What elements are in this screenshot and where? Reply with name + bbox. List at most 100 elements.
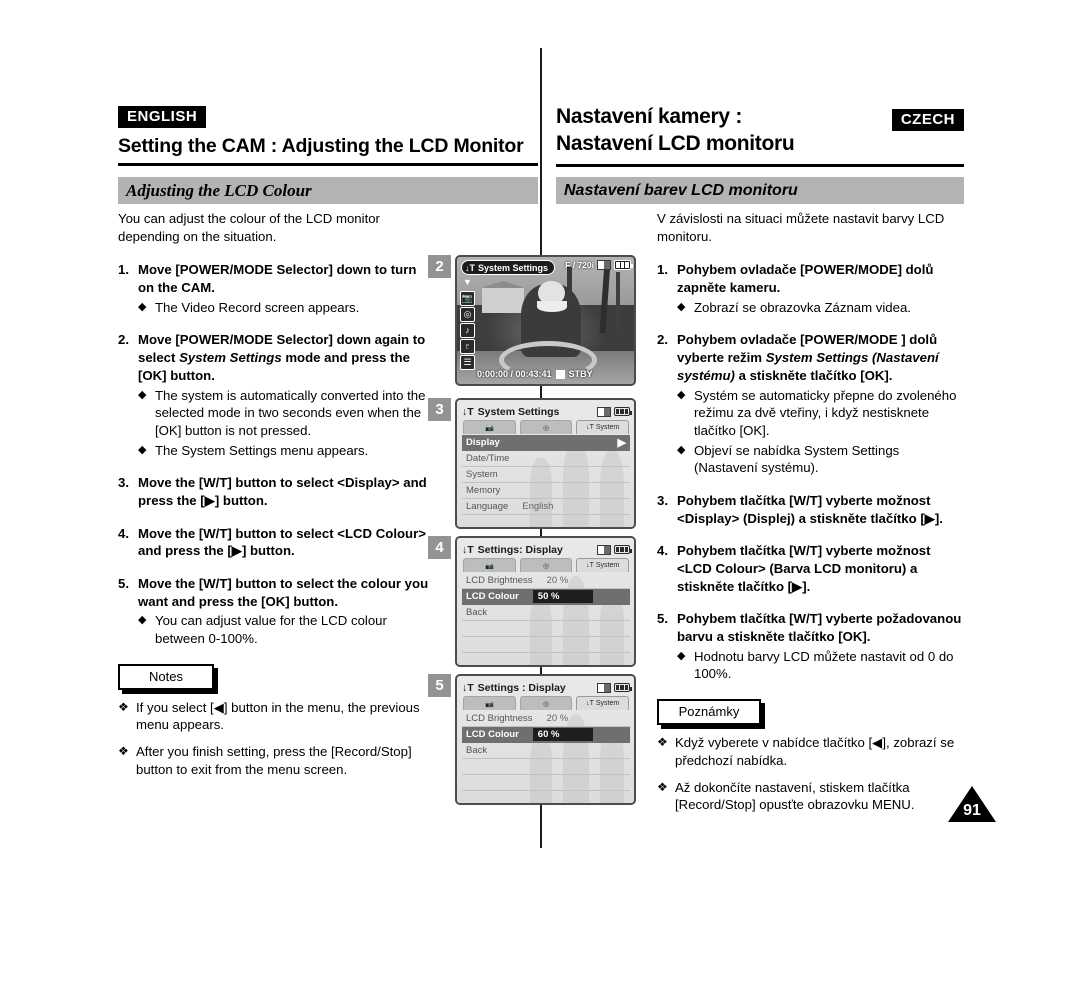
menu-row-list[interactable]: Display ▶ Date/Time System Memory Language Eng… (462, 435, 630, 524)
menu-row-label: System (466, 469, 498, 480)
step-item: 4. Pohybem tlačítka [W/T] vyberte možnost… (657, 542, 964, 595)
step-bullet-text: Systém se automaticky přepne do zvolenéh… (694, 387, 957, 438)
note-item: ❖ If you select [◀] button in the menu, t… (118, 699, 436, 734)
diamond-bullet-icon: ◆ (677, 300, 686, 313)
step-text: Move [POWER/MODE Selector] down to turn … (138, 262, 417, 296)
menu-tab-camera-tab[interactable]: ◎ (519, 696, 573, 710)
menu-tab-camera-tab[interactable]: ◎ (519, 558, 573, 572)
step-bullet: ◆ Hodnotu barvy LCD můžete nastavit od 0 … (657, 648, 964, 683)
menu-row-memory[interactable]: Memory (462, 483, 630, 499)
step-item: 5. Move the [W/T] button to select the co… (118, 575, 436, 610)
menu-row-label: LCD Brightness (466, 713, 533, 724)
step-item: 4. Move the [W/T] button to select <LCD C… (118, 525, 436, 560)
page-title-right-line2: Nastavení LCD monitoru (556, 131, 795, 155)
manual-page: ENGLISH Setting the CAM : Adjusting the … (0, 0, 1080, 984)
language-badge-english: ENGLISH (118, 106, 207, 128)
menu-row-lcd-brightness[interactable]: LCD Brightness 20 % (462, 573, 630, 589)
menu-tab-bar[interactable]: 📷 ◎ ↓T System (463, 420, 630, 434)
menu-screen: ↓T Settings : Display 📷 ◎ ↓T System LCD Bri… (457, 676, 634, 803)
step-number: 4. (657, 543, 668, 559)
system-settings-icon: ↓T (586, 562, 594, 569)
quality-indicator: F / 720i (565, 260, 594, 270)
menu-row-lcd-colour[interactable]: LCD Colour 60 % (462, 727, 630, 743)
menu-row-lcd-colour[interactable]: LCD Colour 50 % (462, 589, 630, 605)
house-shape (481, 287, 525, 313)
note-text: If you select [◀] button in the menu, th… (136, 699, 420, 733)
menu-tab-camcorder-tab[interactable]: 📷 (463, 420, 516, 434)
system-settings-icon: ↓T (586, 424, 594, 431)
menu-tab-camcorder-tab[interactable]: 📷 (463, 558, 516, 572)
file-list-icon[interactable]: ☰ (460, 355, 475, 370)
chevron-right-icon[interactable]: ▶ (618, 436, 626, 449)
menu-tab-system[interactable]: ↓T System (576, 696, 630, 710)
menu-row-language[interactable]: Language English (462, 499, 630, 515)
step-text: Move the [W/T] button to select <LCD Col… (138, 525, 426, 559)
menu-row-back[interactable]: Back (462, 605, 630, 621)
chevron-down-icon[interactable]: ▼ (460, 275, 475, 290)
menu-screen: ↓T System Settings 📷 ◎ ↓T System Display ▶ Da… (457, 400, 634, 527)
step-text: Pohybem ovladače [POWER/MODE ] dolů vybe… (677, 332, 939, 383)
step-bullet-text: The Video Record screen appears. (155, 299, 360, 315)
menu-row-value: 60 % (532, 728, 594, 741)
step-bullet: ◆ Zobrazí se obrazovka Záznam videa. (657, 299, 964, 317)
menu-row-lcd-brightness[interactable]: LCD Brightness 20 % (462, 711, 630, 727)
diamond-bullet-icon: ◆ (138, 443, 147, 456)
menu-row-label: LCD Colour (466, 729, 519, 740)
step-bullet-text: Objeví se nabídka System Settings (Nasta… (694, 442, 900, 476)
menu-tab-camera-tab[interactable]: ◎ (519, 420, 573, 434)
menu-row-list[interactable]: LCD Brightness 20 % LCD Colour 60 % Back (462, 711, 630, 800)
menu-row-system[interactable]: System (462, 467, 630, 483)
system-settings-icon: ↓T (462, 405, 474, 418)
system-settings-icon: ↓T (465, 262, 475, 273)
menu-row-label: LCD Brightness (466, 575, 533, 586)
menu-tab-system[interactable]: ↓T System (576, 558, 630, 572)
menu-row-label: Date/Time (466, 453, 510, 464)
diamond-bullet-icon: ◆ (677, 388, 686, 401)
note-item: ❖ After you finish setting, press the [Re… (118, 743, 436, 778)
system-settings-icon: ↓T (462, 681, 474, 694)
menu-row-value: English (522, 501, 554, 512)
diamond-bullet-icon: ◆ (677, 443, 686, 456)
mode-icon-column[interactable]: ↓T ▼📷◎♪♇☰ (459, 259, 476, 382)
note-text: Až dokončíte nastavení, stiskem tlačítka… (675, 779, 915, 813)
step-text: Move the [W/T] button to select <Display… (138, 475, 427, 508)
notes-label-right: Poznámky (678, 704, 740, 720)
step-list-left: 1. Move [POWER/MODE Selector] down to tur… (118, 261, 436, 647)
menu-tab-camcorder-tab[interactable]: 📷 (463, 696, 516, 710)
note-bullet-icon: ❖ (118, 699, 129, 714)
menu-row-label: Back (466, 745, 488, 756)
header-rule-left (118, 163, 538, 167)
menu-row-value: 50 % (532, 590, 594, 603)
menu-tab-bar[interactable]: 📷 ◎ ↓T System (463, 696, 630, 710)
menu-row-display[interactable]: Display ▶ (462, 435, 630, 451)
step-text: Move the [W/T] button to select the colo… (138, 576, 429, 609)
music-note-icon[interactable]: ♪ (460, 323, 475, 338)
menu-screen: ↓T Settings: Display 📷 ◎ ↓T System LCD Brig… (457, 538, 634, 665)
menu-row-date-time[interactable]: Date/Time (462, 451, 630, 467)
lcd-screen: ↓T ▼📷◎♪♇☰ ↓T System Settings F / 720i 0:0… (455, 255, 636, 386)
battery-icon (614, 407, 632, 416)
step-item: 5. Pohybem tlačítka [W/T] vyberte požadov… (657, 610, 964, 645)
microphone-icon[interactable]: ♇ (460, 339, 475, 354)
note-bullet-icon: ❖ (118, 744, 129, 759)
step-number: 1. (118, 262, 129, 278)
menu-row-back[interactable]: Back (462, 743, 630, 759)
step-bullet-text: You can adjust value for the LCD colour … (155, 613, 387, 647)
menu-tab-system[interactable]: ↓T System (576, 420, 630, 434)
mode-label-system-settings[interactable]: ↓T System Settings (461, 260, 556, 275)
diamond-bullet-icon: ◆ (138, 614, 147, 627)
step-item: 1. Move [POWER/MODE Selector] down to tur… (118, 261, 436, 296)
step-number: 1. (657, 262, 668, 278)
recording-status: STBY (568, 369, 593, 379)
menu-tab-label: System (595, 562, 620, 569)
instructions-czech: V závislosti na situaci můžete nastavit … (657, 210, 964, 814)
step-bullet: ◆ The system is automatically converted i… (118, 387, 436, 440)
step-text: Pohybem tlačítka [W/T] vyberte požadovan… (677, 611, 962, 645)
record-stop-square-icon (555, 369, 565, 379)
subject-collar (536, 301, 567, 312)
menu-tab-bar[interactable]: 📷 ◎ ↓T System (463, 558, 630, 572)
camera-icon[interactable]: ◎ (460, 307, 475, 322)
camcorder-icon[interactable]: 📷 (460, 291, 475, 306)
battery-icon (614, 683, 632, 692)
menu-row-list[interactable]: LCD Brightness 20 % LCD Colour 50 % Back (462, 573, 630, 662)
